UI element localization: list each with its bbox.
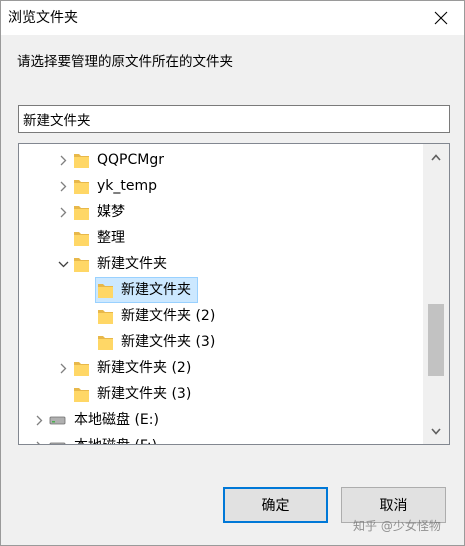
- tree-item-label: 本地磁盘 (E:): [74, 412, 159, 428]
- tree-item[interactable]: 本地磁盘 (E:): [31, 407, 166, 433]
- title-bar[interactable]: 浏览文件夹: [1, 1, 464, 35]
- tree-item-label: 本地磁盘 (F:): [70, 435, 161, 444]
- tree-item-label: 新建文件夹 (3): [121, 334, 216, 350]
- chevron-right-icon[interactable]: [55, 360, 71, 376]
- folder-icon: [73, 254, 90, 274]
- tree-item[interactable]: QQPCMgr: [55, 147, 171, 173]
- folder-icon: [73, 384, 90, 404]
- tree-item-content[interactable]: QQPCMgr: [71, 147, 171, 173]
- tree-item-label: 新建文件夹: [97, 256, 167, 272]
- tree-item-label: 整理: [97, 230, 125, 246]
- chevron-right-icon[interactable]: [55, 204, 71, 220]
- drive-icon: [49, 413, 66, 427]
- folder-icon: [97, 332, 114, 352]
- tree-item[interactable]: 本地磁盘 (F:): [31, 433, 164, 444]
- tree-item[interactable]: 新建文件夹 (3): [55, 381, 198, 407]
- tree-item-label: QQPCMgr: [97, 152, 164, 168]
- tree-item[interactable]: 新建文件夹 (2): [55, 355, 198, 381]
- tree-item-content[interactable]: 新建文件夹: [95, 277, 198, 303]
- chevron-down-icon[interactable]: [55, 256, 71, 272]
- folder-name-input[interactable]: [18, 105, 450, 133]
- tree-item-content[interactable]: 新建文件夹 (2): [95, 303, 222, 329]
- folder-icon: [97, 306, 114, 326]
- instruction-text: 请选择要管理的原文件所在的文件夹: [17, 54, 233, 70]
- tree-item-content[interactable]: 本地磁盘 (F:): [47, 433, 164, 444]
- folder-tree[interactable]: QQPCMgr yk_temp 媒梦 整理 新建文件夹 新建文件夹 新建文件夹 (2) 新建文…: [18, 143, 450, 445]
- tree-item-content[interactable]: 新建文件夹: [71, 251, 174, 277]
- tree-item-content[interactable]: 新建文件夹 (3): [95, 329, 222, 355]
- tree-item-label: 媒梦: [97, 204, 125, 220]
- chevron-right-icon[interactable]: [31, 412, 47, 428]
- folder-icon: [73, 358, 90, 378]
- tree-item-label: 新建文件夹: [121, 282, 191, 298]
- tree-item[interactable]: 新建文件夹 (3): [79, 329, 222, 355]
- tree-item[interactable]: 媒梦: [55, 199, 132, 225]
- drive-icon: [49, 439, 66, 444]
- chevron-up-icon: [431, 153, 441, 161]
- tree-item-label: 新建文件夹 (2): [121, 308, 216, 324]
- window-title: 浏览文件夹: [8, 10, 78, 26]
- chevron-right-icon[interactable]: [55, 152, 71, 168]
- tree-item-content[interactable]: 整理: [71, 225, 132, 251]
- tree-item[interactable]: 新建文件夹: [79, 277, 198, 303]
- tree-item-label: 新建文件夹 (3): [97, 386, 192, 402]
- browse-folder-dialog: 浏览文件夹 请选择要管理的原文件所在的文件夹 QQPCMgr yk_temp 媒梦整…: [0, 0, 465, 546]
- ok-button[interactable]: 确定: [223, 487, 328, 523]
- chevron-right-icon[interactable]: [55, 178, 71, 194]
- close-icon: [434, 11, 448, 25]
- tree-item[interactable]: 新建文件夹 (2): [79, 303, 222, 329]
- folder-icon: [73, 176, 90, 196]
- tree-item[interactable]: 新建文件夹: [55, 251, 174, 277]
- scroll-down-button[interactable]: [423, 418, 449, 444]
- chevron-right-icon[interactable]: [31, 438, 47, 444]
- tree-item-label: 新建文件夹 (2): [97, 360, 192, 376]
- tree-item-content[interactable]: yk_temp: [71, 173, 164, 199]
- tree-item[interactable]: 整理: [55, 225, 132, 251]
- tree-item-content[interactable]: 新建文件夹 (3): [71, 381, 198, 407]
- tree-item[interactable]: yk_temp: [55, 173, 164, 199]
- tree-item-content[interactable]: 新建文件夹 (2): [71, 355, 198, 381]
- vertical-scrollbar[interactable]: [423, 144, 449, 444]
- folder-icon: [73, 150, 90, 170]
- tree-item-content[interactable]: 媒梦: [71, 199, 132, 225]
- watermark: 知乎 @少女怪物: [353, 519, 441, 533]
- folder-icon: [97, 280, 114, 300]
- chevron-down-icon: [431, 427, 441, 435]
- scroll-up-button[interactable]: [423, 144, 449, 170]
- tree-item-content[interactable]: 本地磁盘 (E:): [47, 407, 166, 433]
- folder-icon: [73, 228, 90, 248]
- scroll-thumb[interactable]: [428, 304, 444, 376]
- close-button[interactable]: [424, 3, 458, 33]
- folder-icon: [73, 202, 90, 222]
- tree-item-label: yk_temp: [97, 178, 158, 194]
